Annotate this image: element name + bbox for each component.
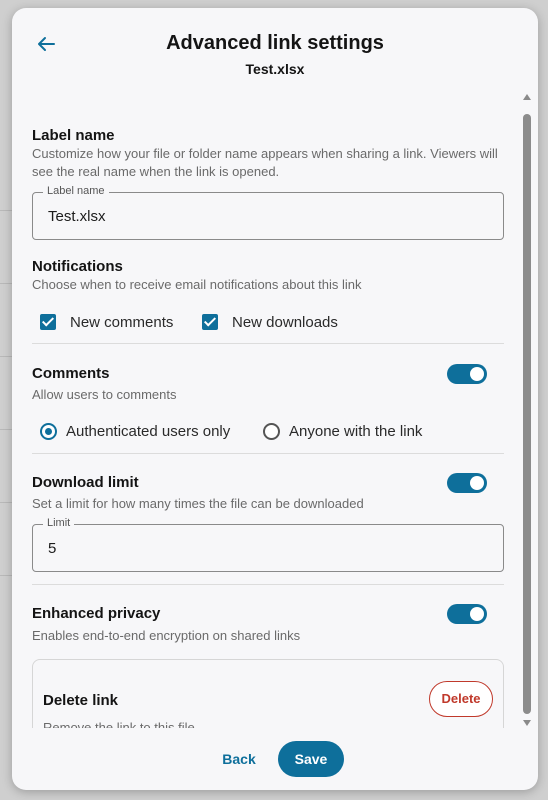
- section-divider: [32, 343, 504, 344]
- label-name-input[interactable]: Test.xlsx: [48, 208, 106, 225]
- delete-link-heading: Delete link: [43, 692, 119, 709]
- anyone-with-link-radio[interactable]: [263, 422, 280, 440]
- authenticated-users-label: Authenticated users only: [66, 422, 231, 440]
- download-limit-description: Set a limit for how many times the file …: [32, 496, 364, 511]
- section-divider: [32, 584, 504, 585]
- download-limit-toggle[interactable]: [447, 473, 487, 493]
- label-name-field[interactable]: Label name Test.xlsx: [32, 185, 504, 240]
- comments-heading: Comments: [32, 365, 110, 382]
- download-limit-field-label: Limit: [43, 517, 75, 529]
- toggle-knob: [470, 367, 484, 381]
- anyone-with-link-radio-row[interactable]: Anyone with the link: [263, 420, 422, 442]
- new-downloads-checkbox-row[interactable]: New downloads: [202, 311, 338, 333]
- dialog-header: Advanced link settings Test.xlsx: [12, 8, 538, 88]
- dialog-subtitle: Test.xlsx: [245, 61, 305, 77]
- section-divider: [32, 453, 504, 454]
- label-name-field-label: Label name: [43, 185, 109, 197]
- new-comments-checkbox-row[interactable]: New comments: [40, 311, 173, 333]
- comments-toggle[interactable]: [447, 364, 487, 384]
- new-comments-label: New comments: [70, 313, 174, 331]
- notifications-description: Choose when to receive email notificatio…: [32, 277, 362, 292]
- scroll-up-arrow-icon[interactable]: [523, 94, 531, 100]
- dialog-footer: Back Save: [12, 728, 538, 790]
- back-button[interactable]: Back: [212, 751, 266, 767]
- enhanced-privacy-heading: Enhanced privacy: [32, 605, 161, 622]
- toggle-knob: [470, 607, 484, 621]
- anyone-with-link-label: Anyone with the link: [289, 422, 423, 440]
- notifications-heading: Notifications: [32, 258, 123, 275]
- comments-description: Allow users to comments: [32, 387, 177, 402]
- enhanced-privacy-toggle[interactable]: [447, 604, 487, 624]
- new-downloads-checkbox[interactable]: [202, 314, 218, 330]
- download-limit-field[interactable]: Limit 5: [32, 517, 504, 572]
- download-limit-input[interactable]: 5: [48, 540, 56, 557]
- enhanced-privacy-description: Enables end-to-end encryption on shared …: [32, 628, 301, 643]
- authenticated-users-radio-row[interactable]: Authenticated users only: [40, 420, 230, 442]
- new-downloads-label: New downloads: [232, 313, 338, 331]
- toggle-knob: [470, 476, 484, 490]
- vertical-scrollbar[interactable]: [522, 90, 534, 730]
- settings-scroll-area[interactable]: Label name Customize how your file or fo…: [12, 88, 538, 728]
- delete-link-card: Delete link Delete Remove the link to th…: [32, 659, 504, 728]
- label-name-description: Customize how your file or folder name a…: [32, 146, 498, 179]
- new-comments-checkbox[interactable]: [40, 314, 56, 330]
- scroll-down-arrow-icon[interactable]: [523, 720, 531, 726]
- scrollbar-thumb[interactable]: [523, 114, 531, 714]
- advanced-link-settings-dialog: Advanced link settings Test.xlsx Label n…: [12, 8, 538, 790]
- delete-link-button[interactable]: Delete: [429, 681, 493, 717]
- label-name-heading: Label name: [32, 127, 115, 144]
- authenticated-users-radio[interactable]: [40, 422, 57, 440]
- delete-link-description: Remove the link to this file.: [43, 720, 199, 728]
- dialog-title: Advanced link settings: [166, 32, 384, 54]
- download-limit-heading: Download limit: [32, 474, 139, 491]
- save-button[interactable]: Save: [278, 741, 344, 777]
